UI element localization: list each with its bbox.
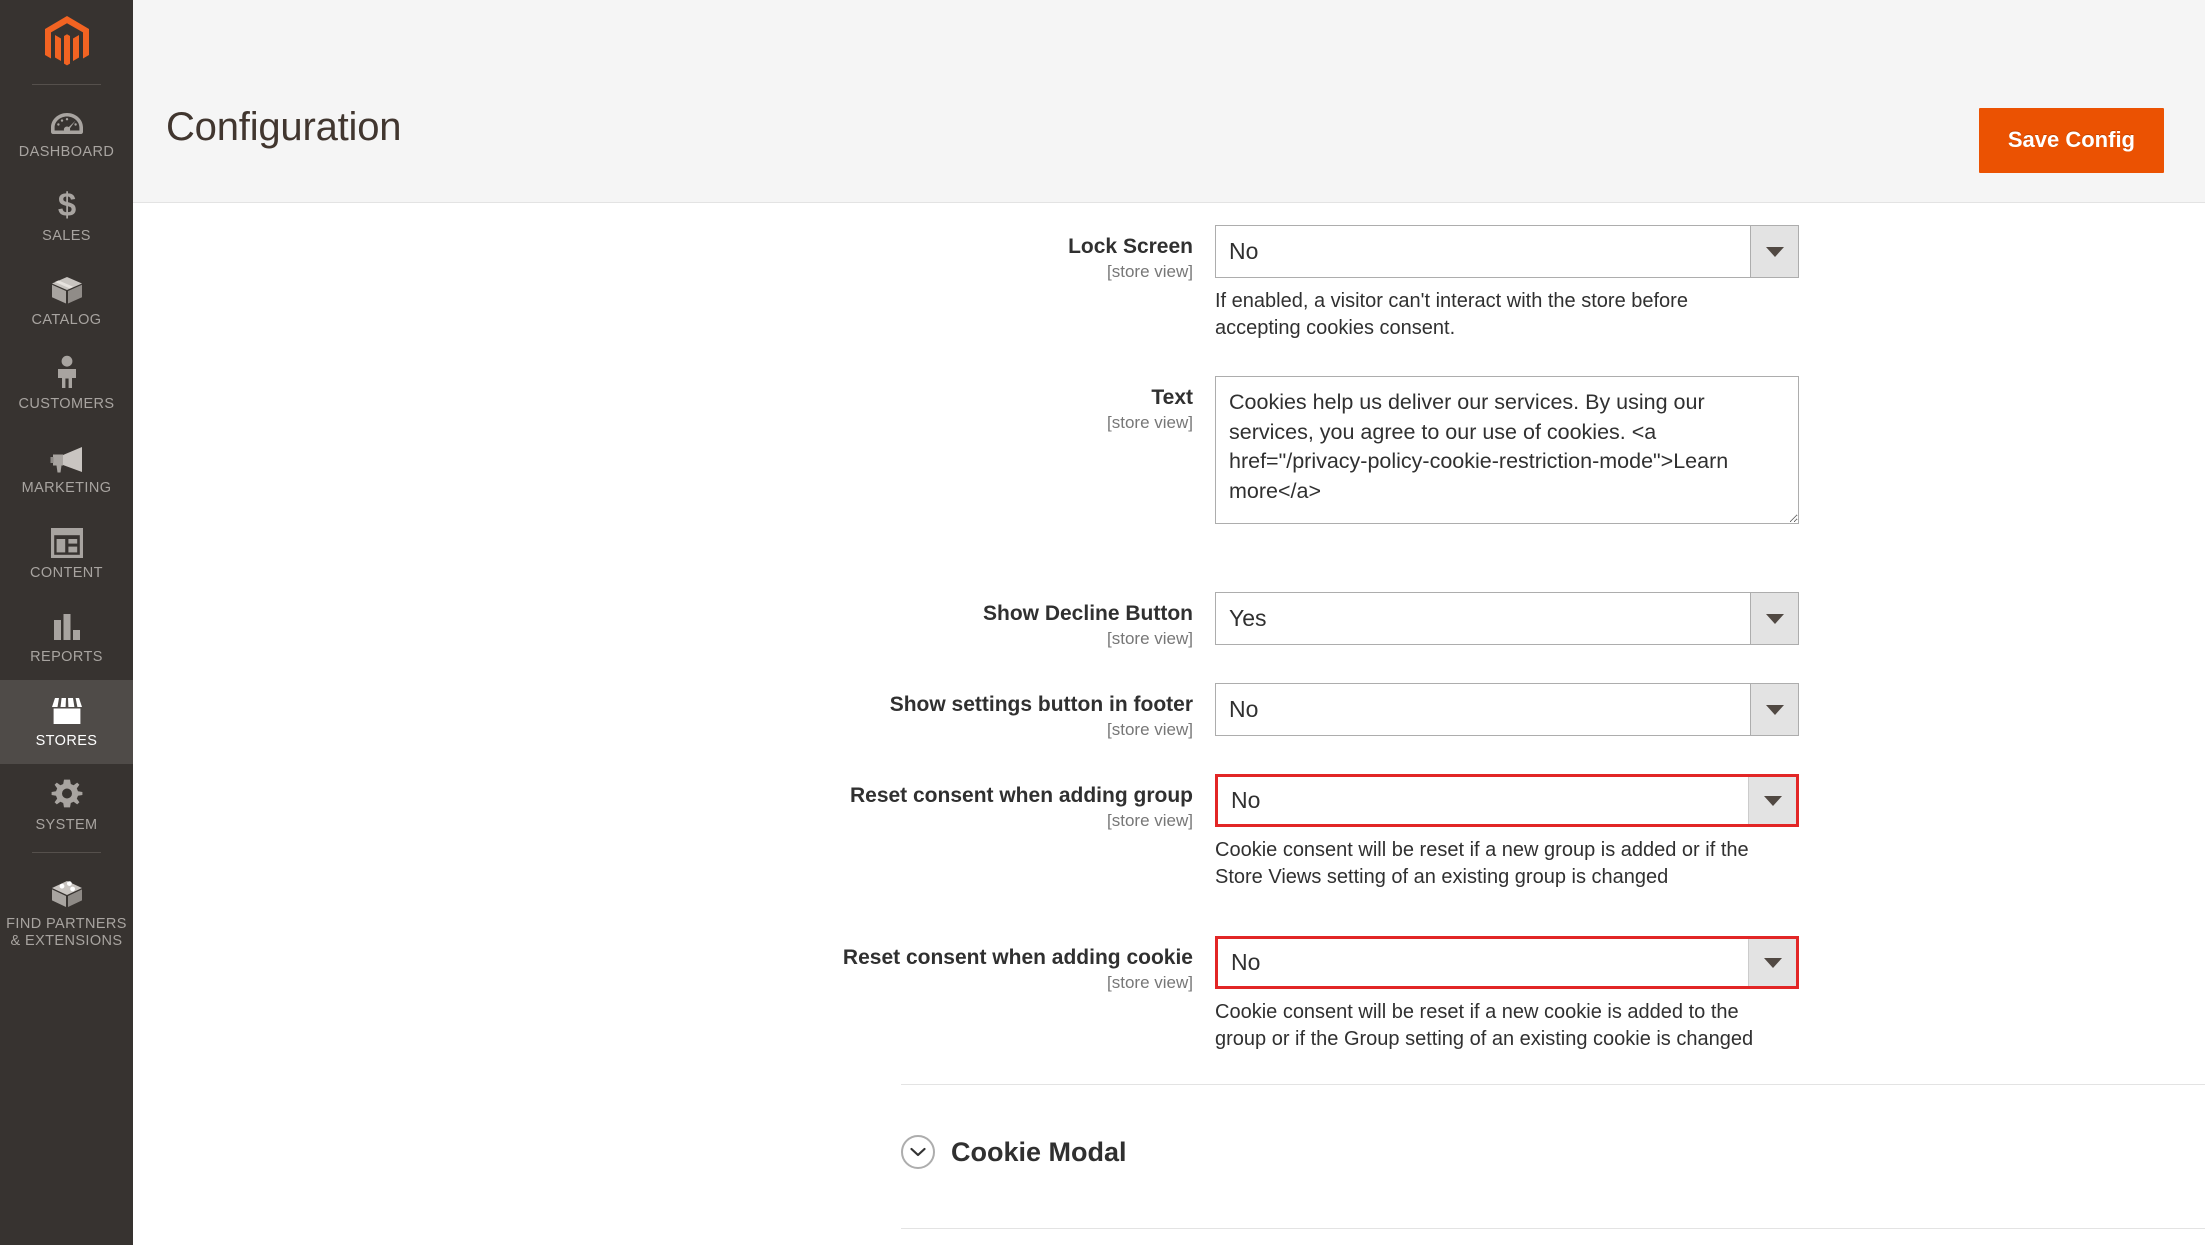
storefront-icon <box>49 692 85 726</box>
sidebar-item-reports[interactable]: REPORTS <box>0 596 133 680</box>
field-scope: [store view] <box>1107 628 1193 648</box>
field-scope: [store view] <box>1107 412 1193 432</box>
section-divider-bottom <box>901 1228 2205 1229</box>
field-label-group: Lock Screen [store view] <box>133 225 1215 284</box>
show-settings-button-select[interactable]: No <box>1215 683 1799 736</box>
sidebar-divider-top <box>32 84 101 85</box>
chevron-down-icon[interactable] <box>1750 593 1798 644</box>
field-label: Show Decline Button <box>983 602 1193 625</box>
field-row-reset-consent-adding-group: Reset consent when adding group [store v… <box>133 774 2205 891</box>
select-value: Yes <box>1229 607 1267 630</box>
sidebar-item-label: SALES <box>42 228 91 245</box>
chevron-down-icon[interactable] <box>1750 684 1798 735</box>
field-row-lock-screen: Lock Screen [store view] No If enabled, … <box>133 225 2205 342</box>
svg-text:$: $ <box>57 187 75 221</box>
section-divider <box>901 1084 2205 1085</box>
field-row-show-settings-button-in-footer: Show settings button in footer [store vi… <box>133 683 2205 742</box>
sidebar-item-label: CUSTOMERS <box>18 396 115 413</box>
field-row-show-decline-button: Show Decline Button [store view] Yes <box>133 592 2205 651</box>
extensions-icon <box>50 875 84 909</box>
field-label: Show settings button in footer <box>889 693 1193 716</box>
lock-screen-select[interactable]: No <box>1215 225 1799 278</box>
sidebar-item-label: STORES <box>35 732 98 749</box>
select-value: No <box>1231 951 1261 974</box>
sidebar-item-label: FIND PARTNERS & EXTENSIONS <box>6 915 127 950</box>
sidebar-item-find-partners-extensions[interactable]: FIND PARTNERS & EXTENSIONS <box>0 863 133 964</box>
sidebar-divider-bottom <box>32 851 101 853</box>
sidebar-item-system[interactable]: SYSTEM <box>0 764 133 848</box>
field-label: Reset consent when adding group <box>849 784 1193 807</box>
field-note: Cookie consent will be reset if a new co… <box>1215 1001 1754 1051</box>
sidebar-item-catalog[interactable]: CATALOG <box>0 259 133 343</box>
section-header-cookie-modal[interactable]: Cookie Modal <box>901 1135 1127 1169</box>
sidebar-item-label: CONTENT <box>30 564 103 581</box>
field-control-group: No Cookie consent will be reset if a new… <box>1215 936 1825 1053</box>
dashboard-icon <box>50 103 84 137</box>
page-title: Configuration <box>166 105 402 149</box>
megaphone-icon <box>49 439 85 473</box>
sidebar-item-label: CATALOG <box>31 312 102 329</box>
person-icon <box>54 355 80 389</box>
admin-sidebar: DASHBOARD $ SALES CATALOG CUSTOMERS MARK… <box>0 0 133 1245</box>
sidebar-item-stores[interactable]: STORES <box>0 679 133 764</box>
sidebar-item-label: REPORTS <box>30 648 103 665</box>
field-label: Reset consent when adding cookie <box>842 946 1193 969</box>
main-content: Configuration Save Config Lock Screen [s… <box>133 0 2205 1245</box>
bar-chart-icon <box>52 608 82 642</box>
cookie-text-textarea[interactable] <box>1215 376 1799 524</box>
field-row-reset-consent-adding-cookie: Reset consent when adding cookie [store … <box>133 936 2205 1053</box>
show-decline-button-select[interactable]: Yes <box>1215 592 1799 645</box>
field-control-group: No If enabled, a visitor can't interact … <box>1215 225 1825 342</box>
page-header: Configuration Save Config <box>133 0 2205 203</box>
field-row-text: Text [store view] <box>133 376 2205 524</box>
field-note: Cookie consent will be reset if a new gr… <box>1215 839 1749 889</box>
admin-page: DASHBOARD $ SALES CATALOG CUSTOMERS MARK… <box>0 0 2205 1245</box>
field-label: Text <box>1151 386 1193 409</box>
sidebar-item-label: MARKETING <box>21 480 112 497</box>
field-label-group: Text [store view] <box>133 376 1215 435</box>
select-value: No <box>1231 789 1261 812</box>
gear-icon <box>51 776 83 810</box>
field-label-group: Reset consent when adding cookie [store … <box>133 936 1215 995</box>
field-note: If enabled, a visitor can't interact wit… <box>1215 290 1688 340</box>
chevron-down-icon[interactable] <box>1748 777 1796 824</box>
save-config-button[interactable]: Save Config <box>1978 108 2164 173</box>
chevron-down-icon[interactable] <box>1748 939 1796 986</box>
magento-logo[interactable] <box>0 0 133 84</box>
field-label-group: Show Decline Button [store view] <box>133 592 1215 651</box>
sidebar-item-marketing[interactable]: MARKETING <box>0 427 133 511</box>
field-label-group: Reset consent when adding group [store v… <box>133 774 1215 833</box>
sidebar-item-content[interactable]: CONTENT <box>0 512 133 596</box>
sidebar-item-label: SYSTEM <box>35 816 98 833</box>
field-label: Lock Screen <box>1068 235 1193 258</box>
chevron-down-circle-icon <box>901 1135 935 1169</box>
field-label-group: Show settings button in footer [store vi… <box>133 683 1215 742</box>
layout-icon <box>50 524 83 558</box>
field-scope: [store view] <box>1107 719 1193 739</box>
reset-consent-adding-cookie-select[interactable]: No <box>1215 936 1799 989</box>
sidebar-item-dashboard[interactable]: DASHBOARD <box>0 91 133 175</box>
box-icon <box>50 271 84 305</box>
field-control-group: No Cookie consent will be reset if a new… <box>1215 774 1825 891</box>
field-control-group: No <box>1215 683 1799 736</box>
field-control-group <box>1215 376 1799 524</box>
chevron-down-icon[interactable] <box>1750 226 1798 277</box>
field-scope: [store view] <box>1107 972 1193 992</box>
reset-consent-adding-group-select[interactable]: No <box>1215 774 1799 827</box>
field-scope: [store view] <box>1107 261 1193 281</box>
section-title: Cookie Modal <box>951 1136 1127 1167</box>
sidebar-item-customers[interactable]: CUSTOMERS <box>0 343 133 427</box>
select-value: No <box>1229 698 1259 721</box>
dollar-icon: $ <box>55 187 79 221</box>
sidebar-item-sales[interactable]: $ SALES <box>0 175 133 259</box>
field-scope: [store view] <box>1107 810 1193 830</box>
sidebar-item-label: DASHBOARD <box>18 144 115 160</box>
select-value: No <box>1229 240 1259 263</box>
field-control-group: Yes <box>1215 592 1799 645</box>
